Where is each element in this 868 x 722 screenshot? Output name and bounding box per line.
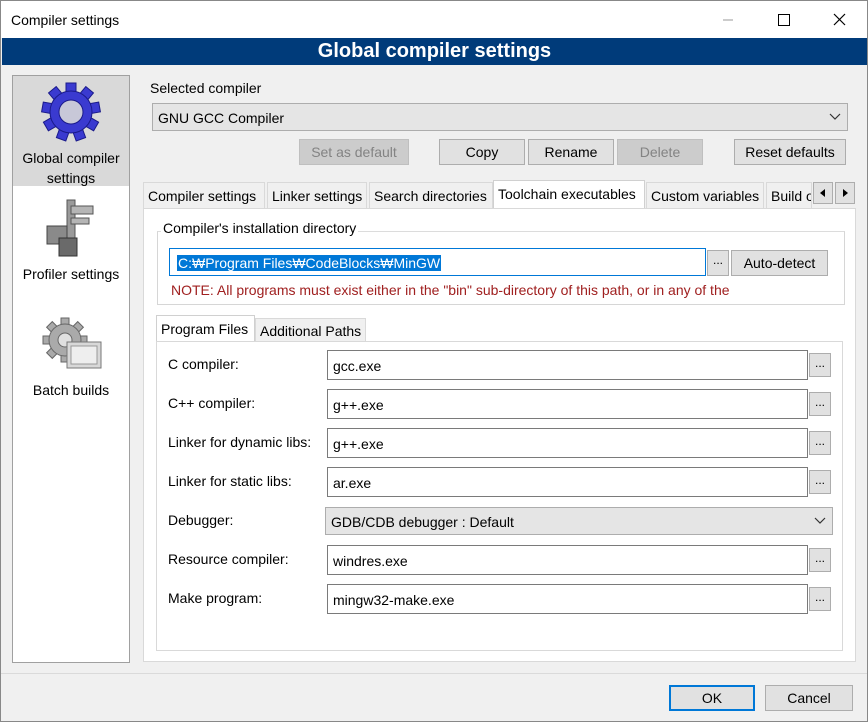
dynamic-linker-label: Linker for dynamic libs:	[168, 434, 312, 450]
delete-button[interactable]: Delete	[617, 139, 703, 165]
resource-compiler-input[interactable]: windres.exe	[327, 545, 808, 575]
c-compiler-browse-button[interactable]: ...	[809, 353, 831, 377]
caliper-icon	[46, 199, 94, 257]
install-dir-input[interactable]: C:₩Program Files₩CodeBlocks₩MinGW	[169, 248, 706, 276]
tab-build-options[interactable]: Build o	[766, 182, 812, 208]
cpp-compiler-value: g++.exe	[333, 397, 384, 413]
make-program-input[interactable]: mingw32-make.exe	[327, 584, 808, 614]
static-linker-label: Linker for static libs:	[168, 473, 292, 489]
compiler-settings-dialog: Compiler settings Global compiler settin…	[0, 0, 868, 722]
rename-button[interactable]: Rename	[528, 139, 614, 165]
tab-custom-variables[interactable]: Custom variables	[646, 182, 764, 208]
close-icon	[833, 13, 846, 26]
banner-title: Global compiler settings	[2, 38, 867, 65]
resource-compiler-value: windres.exe	[333, 553, 408, 569]
sidebar-item-profiler-settings[interactable]: Profiler settings	[13, 192, 129, 284]
install-dir-browse-button[interactable]: ...	[707, 250, 729, 276]
cpp-compiler-label: C++ compiler:	[168, 395, 256, 411]
c-compiler-input[interactable]: gcc.exe	[327, 350, 808, 380]
chevron-down-icon	[829, 113, 841, 120]
sidebar-item-batch-builds[interactable]: Batch builds	[13, 312, 129, 402]
footer-divider	[1, 673, 867, 674]
reset-defaults-button[interactable]: Reset defaults	[734, 139, 846, 165]
tab-scroll-left-button[interactable]	[813, 182, 833, 204]
cpp-compiler-input[interactable]: g++.exe	[327, 389, 808, 419]
install-dir-label: Compiler's installation directory	[161, 220, 359, 236]
set-as-default-button[interactable]: Set as default	[299, 139, 409, 165]
resource-compiler-browse-button[interactable]: ...	[809, 548, 831, 572]
tab-toolchain-executables[interactable]: Toolchain executables	[493, 180, 645, 208]
copy-button[interactable]: Copy	[439, 139, 525, 165]
selected-compiler-label: Selected compiler	[150, 80, 262, 96]
sidebar-label-global-line1: Global compiler	[22, 150, 120, 166]
chevron-down-icon	[814, 517, 826, 524]
c-compiler-value: gcc.exe	[333, 358, 382, 374]
dynamic-linker-value: g++.exe	[333, 436, 384, 452]
sidebar-item-global-compiler-settings[interactable]: Global compiler settings	[13, 76, 129, 186]
gear-stack-icon	[42, 317, 102, 369]
minimize-button[interactable]	[705, 1, 751, 38]
gear-icon	[40, 82, 102, 142]
cpp-compiler-browse-button[interactable]: ...	[809, 392, 831, 416]
tab-search-directories[interactable]: Search directories	[369, 182, 493, 208]
resource-compiler-label: Resource compiler:	[168, 551, 289, 567]
static-linker-input[interactable]: ar.exe	[327, 467, 808, 497]
make-program-value: mingw32-make.exe	[333, 592, 455, 608]
title-bar: Compiler settings	[1, 1, 867, 38]
path-note: NOTE: All programs must exist either in …	[171, 282, 730, 298]
c-compiler-label: C compiler:	[168, 356, 239, 372]
make-program-browse-button[interactable]: ...	[809, 587, 831, 611]
settings-sidebar: Global compiler settings Profiler settin…	[12, 75, 130, 663]
ok-button[interactable]: OK	[669, 685, 755, 711]
debugger-select[interactable]: GDB/CDB debugger : Default	[325, 507, 833, 535]
sidebar-label-profiler: Profiler settings	[22, 266, 120, 282]
debugger-select-value: GDB/CDB debugger : Default	[331, 514, 514, 530]
subtab-additional-paths[interactable]: Additional Paths	[255, 318, 366, 342]
compiler-select[interactable]: GNU GCC Compiler	[152, 103, 848, 131]
cancel-button[interactable]: Cancel	[765, 685, 853, 711]
dynamic-linker-input[interactable]: g++.exe	[327, 428, 808, 458]
tab-compiler-settings[interactable]: Compiler settings	[143, 182, 265, 208]
minimize-icon	[723, 19, 733, 21]
static-linker-value: ar.exe	[333, 475, 372, 491]
debugger-label: Debugger:	[168, 512, 234, 528]
sidebar-label-batch: Batch builds	[32, 382, 110, 398]
window-title: Compiler settings	[11, 12, 120, 28]
close-button[interactable]	[817, 1, 863, 38]
tab-linker-settings[interactable]: Linker settings	[267, 182, 367, 208]
install-dir-value: C:₩Program Files₩CodeBlocks₩MinGW	[177, 255, 442, 271]
maximize-icon	[778, 14, 790, 26]
settings-tabs: Compiler settings Linker settings Search…	[143, 180, 858, 210]
arrow-left-icon	[820, 189, 825, 197]
auto-detect-button[interactable]: Auto-detect	[731, 250, 828, 276]
tab-scroll-right-button[interactable]	[835, 182, 855, 204]
static-linker-browse-button[interactable]: ...	[809, 470, 831, 494]
compiler-select-value: GNU GCC Compiler	[158, 110, 285, 126]
make-program-label: Make program:	[168, 590, 263, 606]
sidebar-label-global-line2: settings	[46, 170, 96, 186]
subtab-program-files[interactable]: Program Files	[156, 315, 255, 342]
dynamic-linker-browse-button[interactable]: ...	[809, 431, 831, 455]
arrow-right-icon	[843, 189, 848, 197]
maximize-button[interactable]	[761, 1, 807, 38]
